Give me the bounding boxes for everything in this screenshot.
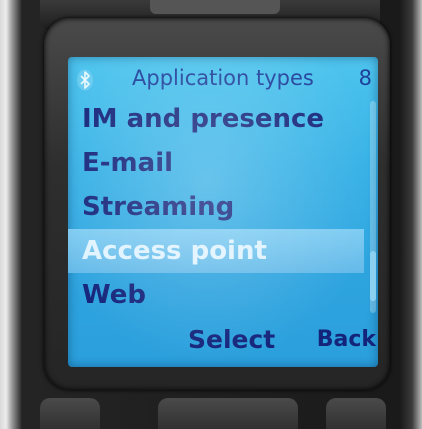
- list-item-label: E-mail: [82, 148, 174, 178]
- list-item-access-point[interactable]: Access point: [68, 229, 364, 273]
- list-item-streaming[interactable]: Streaming: [68, 185, 378, 229]
- page-title: Application types: [132, 66, 314, 90]
- scrollbar-thumb[interactable]: [370, 251, 376, 301]
- phone-keypad: [40, 392, 386, 429]
- bluetooth-icon: [77, 69, 93, 91]
- left-softkey-key[interactable]: [40, 398, 100, 429]
- scrollbar[interactable]: [370, 101, 376, 313]
- list-item-e-mail[interactable]: E-mail: [68, 141, 378, 185]
- application-types-list: IM and presence E-mail Streaming Access …: [68, 97, 378, 317]
- list-item-label: Streaming: [82, 192, 235, 222]
- softkey-bar: Select Back: [68, 325, 378, 361]
- list-item-label: IM and presence: [82, 104, 325, 134]
- list-item-label: Access point: [82, 236, 267, 266]
- list-item-im-and-presence[interactable]: IM and presence: [68, 97, 378, 141]
- select-softkey[interactable]: Select: [188, 325, 275, 354]
- back-softkey[interactable]: Back: [317, 327, 376, 352]
- list-item-web[interactable]: Web: [68, 273, 378, 317]
- list-item-label: Web: [82, 280, 146, 310]
- earpiece: [150, 0, 280, 14]
- navigation-key[interactable]: [158, 398, 298, 429]
- right-softkey-key[interactable]: [326, 398, 386, 429]
- phone-photo: Application types 8 IM and presence E-ma…: [0, 0, 422, 429]
- title-bar: Application types 8: [68, 65, 378, 97]
- item-count: 8: [358, 66, 372, 90]
- phone-screen: Application types 8 IM and presence E-ma…: [68, 57, 378, 367]
